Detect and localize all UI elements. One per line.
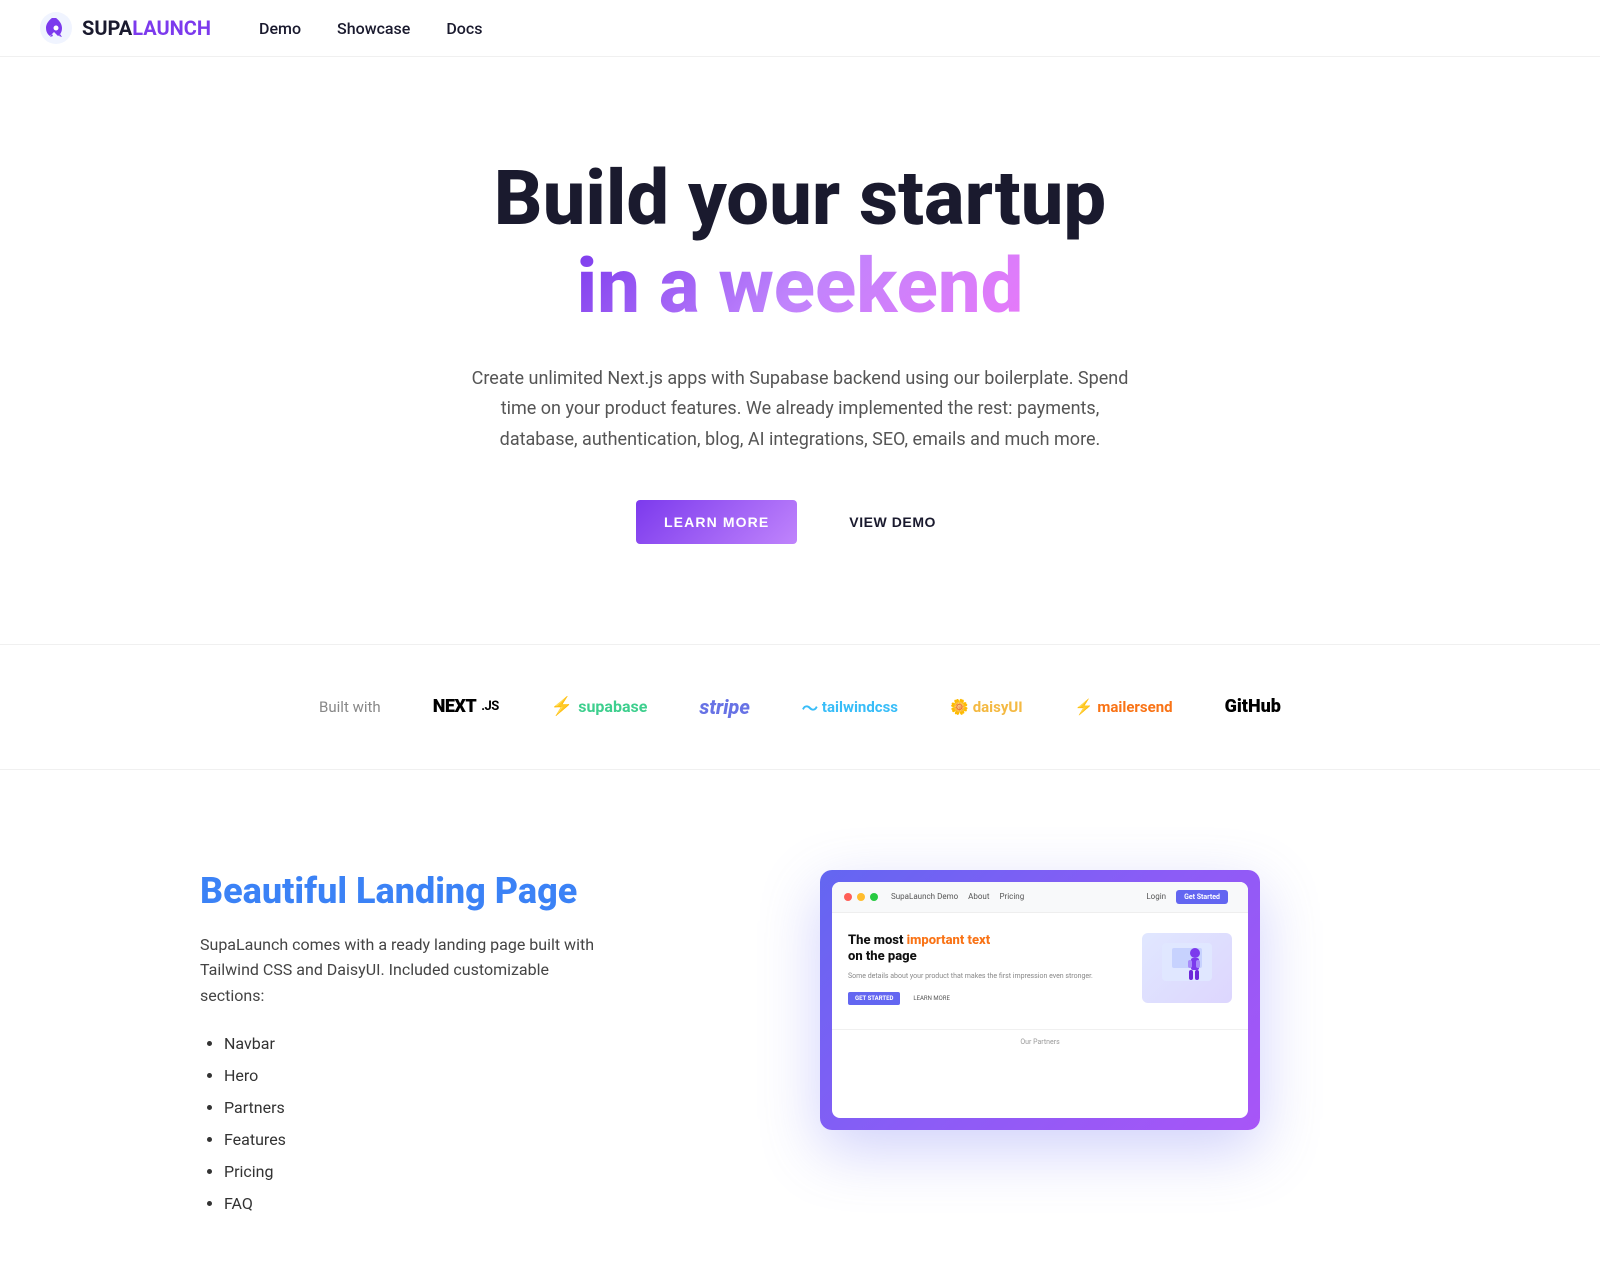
dot-green bbox=[870, 893, 878, 901]
list-item: Pricing bbox=[224, 1156, 600, 1188]
built-with-label: Built with bbox=[319, 698, 381, 716]
browser-illustration bbox=[1142, 933, 1232, 1003]
mockup-buttons: GET STARTED LEARN MORE bbox=[848, 992, 1132, 1005]
partner-tailwind: 〜 tailwindcss bbox=[802, 695, 898, 719]
list-item: Navbar bbox=[224, 1028, 600, 1060]
partner-github: GitHub bbox=[1225, 696, 1281, 717]
browser-mockup: SupaLaunch Demo About Pricing Login Get … bbox=[820, 870, 1260, 1130]
logo[interactable]: SUPALAUNCH bbox=[40, 12, 211, 44]
mockup-primary-btn: GET STARTED bbox=[848, 992, 900, 1005]
illustration-svg bbox=[1157, 938, 1217, 998]
mockup-brand: SupaLaunch Demo bbox=[891, 892, 958, 901]
learn-more-button[interactable]: LEARN MORE bbox=[636, 500, 797, 544]
mockup-pricing: Pricing bbox=[999, 892, 1024, 901]
list-item: Partners bbox=[224, 1092, 600, 1124]
nav-item-demo[interactable]: Demo bbox=[259, 19, 301, 38]
partners-strip: Built with NEXT.JS ⚡ supabase stripe 〜 t… bbox=[0, 644, 1600, 770]
daisy-icon: 🌼 bbox=[950, 698, 969, 716]
hero-title-line1: Build your startup bbox=[494, 157, 1106, 241]
partner-supabase: ⚡ supabase bbox=[551, 696, 648, 717]
nav-links: Demo Showcase Docs bbox=[259, 19, 482, 38]
dot-yellow bbox=[857, 893, 865, 901]
dot-red bbox=[844, 893, 852, 901]
list-item: Hero bbox=[224, 1060, 600, 1092]
view-demo-button[interactable]: VIEW DEMO bbox=[821, 500, 964, 544]
hero-section: Build your startup in a weekend Create u… bbox=[0, 57, 1600, 624]
nav-item-showcase[interactable]: Showcase bbox=[337, 19, 410, 38]
hero-buttons: LEARN MORE VIEW DEMO bbox=[636, 500, 964, 544]
navbar: SUPALAUNCH Demo Showcase Docs bbox=[0, 0, 1600, 57]
mockup-cta: Get Started bbox=[1176, 890, 1228, 904]
list-item: FAQ bbox=[224, 1188, 600, 1220]
supabase-icon: ⚡ bbox=[551, 696, 573, 717]
mockup-heading: The most important text on the page bbox=[848, 933, 1132, 967]
features-image: SupaLaunch Demo About Pricing Login Get … bbox=[680, 870, 1400, 1130]
partner-nextjs: NEXT.JS bbox=[433, 696, 499, 717]
mockup-login: Login bbox=[1146, 892, 1166, 901]
mockup-secondary-btn: LEARN MORE bbox=[906, 992, 957, 1005]
nav-item-docs[interactable]: Docs bbox=[446, 19, 482, 38]
browser-inner: SupaLaunch Demo About Pricing Login Get … bbox=[832, 882, 1248, 1118]
rocket-icon bbox=[40, 12, 72, 44]
features-section: Beautiful Landing Page SupaLaunch comes … bbox=[0, 790, 1600, 1280]
hero-title-line2: in a weekend bbox=[577, 241, 1024, 332]
features-title: Beautiful Landing Page bbox=[200, 870, 600, 912]
browser-bar: SupaLaunch Demo About Pricing Login Get … bbox=[832, 882, 1248, 913]
mockup-about: About bbox=[968, 892, 989, 901]
features-description: SupaLaunch comes with a ready landing pa… bbox=[200, 932, 600, 1009]
mailersend-icon: ⚡ bbox=[1075, 698, 1094, 716]
partner-mailersend: ⚡ mailersend bbox=[1075, 698, 1173, 716]
partner-daisy: 🌼 daisyUI bbox=[950, 698, 1023, 716]
mockup-partner-footer: Our Partners bbox=[832, 1029, 1248, 1054]
tailwind-icon: 〜 bbox=[802, 695, 818, 719]
list-item: Features bbox=[224, 1124, 600, 1156]
logo-launch: LAUNCH bbox=[132, 16, 211, 40]
browser-nav: SupaLaunch Demo About Pricing Login Get … bbox=[883, 890, 1236, 904]
logo-supa: SUPA bbox=[82, 16, 132, 40]
features-list: Navbar Hero Partners Features Pricing FA… bbox=[200, 1028, 600, 1220]
hero-description: Create unlimited Next.js apps with Supab… bbox=[460, 364, 1140, 456]
features-text: Beautiful Landing Page SupaLaunch comes … bbox=[200, 870, 600, 1221]
browser-text-area: The most important text on the page Some… bbox=[848, 933, 1132, 1006]
mockup-subtext: Some details about your product that mak… bbox=[848, 972, 1132, 982]
partner-stripe: stripe bbox=[699, 695, 750, 719]
browser-content: The most important text on the page Some… bbox=[832, 913, 1248, 1026]
